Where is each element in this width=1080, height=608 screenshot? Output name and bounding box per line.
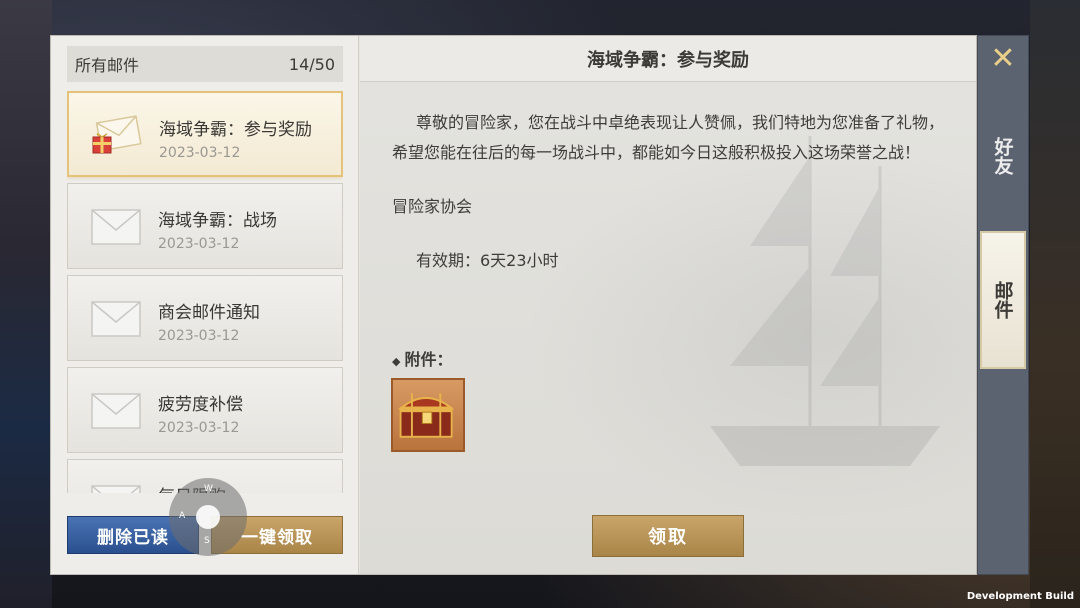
envelope-icon: [91, 209, 141, 245]
mail-item-date: 2023-03-12: [158, 420, 240, 436]
mail-list-header: 所有邮件 14/50: [67, 46, 343, 82]
close-icon[interactable]: ✕: [978, 36, 1028, 80]
mail-count: 14/50: [288, 54, 335, 74]
mail-window: 所有邮件 14/50 海域争霸：参与奖励 2023-03-12 海域争霸：战场 …: [50, 35, 977, 575]
mail-item[interactable]: 海域争霸：战场 2023-03-12: [67, 183, 343, 269]
mail-list-panel: 所有邮件 14/50 海域争霸：参与奖励 2023-03-12 海域争霸：战场 …: [51, 36, 359, 574]
mail-item-date: 2023-03-12: [158, 236, 240, 252]
mail-detail-panel: 海域争霸：参与奖励 尊敬的冒险家，您在战斗中卓绝表现让人赞佩，我们特地为您准备了…: [360, 36, 976, 574]
virtual-joystick[interactable]: W A S: [169, 478, 247, 556]
claim-button[interactable]: 领取: [592, 515, 744, 557]
mail-detail-body: 尊敬的冒险家，您在战斗中卓绝表现让人赞佩，我们特地为您准备了礼物，希望您能在往后…: [392, 108, 952, 276]
tab-mail[interactable]: 邮件: [980, 231, 1026, 369]
mail-list: 海域争霸：参与奖励 2023-03-12 海域争霸：战场 2023-03-12 …: [67, 91, 343, 493]
attachments-label: 附件：: [404, 350, 453, 369]
envelope-icon: [91, 485, 141, 493]
side-tab-bar: ✕ 好友 邮件: [977, 35, 1029, 575]
diamond-bullet-icon: ◆: [392, 355, 401, 368]
mail-item-title: 疲劳度补偿: [158, 395, 243, 415]
mail-sender: 冒险家协会: [392, 197, 473, 216]
joystick-direction-n: W: [204, 484, 213, 494]
attachments-heading: ◆ 附件：: [392, 346, 452, 370]
mail-item-date: 2023-03-12: [159, 145, 241, 161]
background-left-scene: [0, 0, 52, 608]
mail-item-title: 海域争霸：战场: [158, 211, 277, 231]
mail-list-title: 所有邮件: [75, 56, 140, 75]
attachment-item[interactable]: [391, 378, 465, 452]
mail-item-title: 海域争霸：参与奖励: [159, 120, 312, 140]
mail-item[interactable]: 商会邮件通知 2023-03-12: [67, 275, 343, 361]
envelope-icon: [91, 393, 141, 429]
mail-item-date: 2023-03-12: [158, 328, 240, 344]
joystick-direction-w: A: [179, 511, 186, 521]
mail-detail-title: 海域争霸：参与奖励: [360, 36, 976, 82]
envelope-icon: [91, 301, 141, 337]
joystick-direction-s: S: [204, 536, 210, 546]
mail-item[interactable]: 海域争霸：参与奖励 2023-03-12: [67, 91, 343, 177]
treasure-chest-icon: [397, 393, 455, 438]
gift-envelope-icon: [92, 115, 142, 154]
joystick-knob[interactable]: [196, 505, 220, 529]
tab-friends[interactable]: 好友: [978, 111, 1028, 201]
mail-item[interactable]: 疲劳度补偿 2023-03-12: [67, 367, 343, 453]
mail-validity: 有效期：6天23小时: [416, 251, 559, 270]
mail-item-title: 商会邮件通知: [158, 303, 260, 323]
mail-message: 尊敬的冒险家，您在战斗中卓绝表现让人赞佩，我们特地为您准备了礼物，希望您能在往后…: [392, 113, 945, 162]
background-right-scene: [1030, 0, 1080, 608]
dev-build-label: Development Build: [966, 591, 1074, 602]
